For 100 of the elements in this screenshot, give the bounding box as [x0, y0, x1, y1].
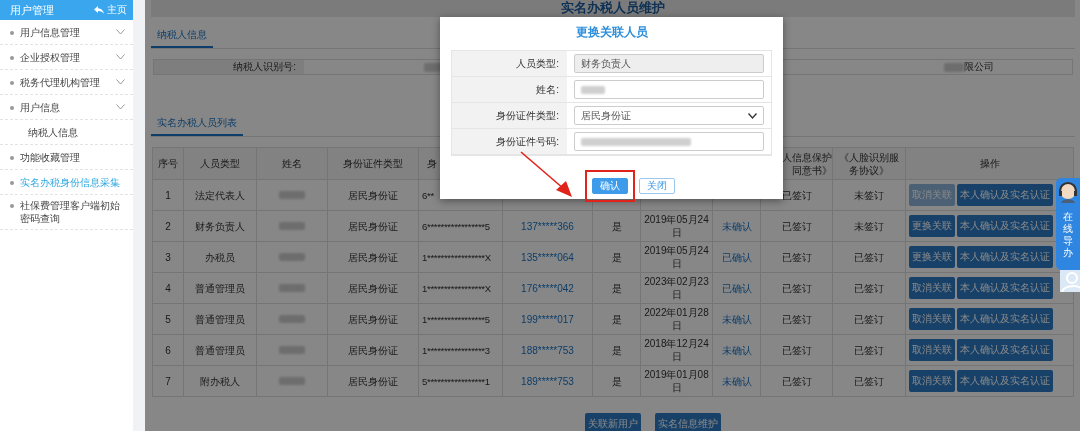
table-cell: 7 — [152, 365, 184, 397]
action-button[interactable]: 本人确认及实名认证 — [957, 277, 1053, 299]
table-cell: 普通管理员 — [183, 303, 257, 335]
table-cell: 2023年02月23日 — [640, 272, 713, 304]
table-cell: 已签订 — [832, 334, 906, 366]
company-name: 限公司 — [964, 60, 994, 74]
table-cell: 是 — [592, 334, 641, 366]
blurred-name — [279, 376, 305, 385]
table-cell: 2019年01月08日 — [640, 365, 713, 397]
input-field[interactable] — [574, 80, 764, 99]
table-cell: 已签订 — [760, 334, 833, 366]
table-cell: 6*****************5 — [418, 210, 503, 242]
table-cell: 居民身份证 — [327, 241, 419, 273]
table-cell: 2022年01月28日 — [640, 303, 713, 335]
action-button[interactable]: 更换关联 — [909, 246, 955, 268]
bullet-icon — [10, 180, 14, 185]
action-button[interactable]: 本人确认及实名认证 — [957, 184, 1053, 206]
bullet-icon — [10, 30, 14, 35]
table-cell: 2018年12月24日 — [640, 334, 713, 366]
table-cell: 居民身份证 — [327, 303, 419, 335]
action-button[interactable]: 取消关联 — [909, 370, 955, 392]
blurred-name — [279, 314, 305, 323]
column-header: 身份证件类型 — [343, 157, 403, 170]
action-button[interactable]: 本人确认及实名认证 — [957, 215, 1053, 237]
table-cell: 已签订 — [760, 210, 833, 242]
field-label: 纳税人识别号: — [154, 60, 304, 74]
field-label: 姓名: — [452, 77, 567, 102]
table-cell: 是 — [592, 303, 641, 335]
blurred-name — [279, 345, 305, 354]
action-button[interactable]: 取消关联 — [909, 308, 955, 330]
table-cell: 5 — [152, 303, 184, 335]
home-link[interactable]: 主页 — [94, 3, 127, 17]
chevron-down-icon — [748, 112, 757, 119]
table-cell: 6 — [152, 334, 184, 366]
table-cell: 2 — [152, 210, 184, 242]
column-header: 序号 — [158, 157, 178, 170]
column-header: 操作 — [979, 157, 1000, 170]
blurred-name — [279, 221, 305, 230]
readonly-field: 财务负责人 — [574, 54, 764, 73]
action-button[interactable]: 取消关联 — [909, 277, 955, 299]
bullet-icon — [10, 105, 14, 110]
table-cell: 是 — [592, 241, 641, 273]
table-cell: 居民身份证 — [327, 210, 419, 242]
table-cell: 2019年05月24日 — [640, 210, 713, 242]
table-cell: 是 — [592, 365, 641, 397]
table-cell: 未签订 — [832, 210, 906, 242]
page-title: 实名办税人员维护 — [561, 0, 665, 17]
table-cell: 4 — [152, 272, 184, 304]
table-cell: 附办税人 — [183, 365, 257, 397]
action-button[interactable]: 取消关联 — [909, 339, 955, 361]
action-button[interactable]: 本人确认及实名认证 — [957, 308, 1053, 330]
footer-button[interactable]: 实名信息维护 — [655, 413, 721, 431]
column-header: 人信息保护 同意书》 — [782, 150, 832, 177]
table-cell: 3 — [152, 241, 184, 273]
table-cell: 居民身份证 — [327, 179, 419, 211]
table-cell: 1*****************X — [418, 272, 503, 304]
table-cell: 1 — [152, 179, 184, 211]
table-cell: 1*****************5 — [418, 303, 503, 335]
bullet-icon — [10, 55, 14, 60]
blurred-name — [279, 190, 305, 199]
footer-button[interactable]: 关联新用户 — [585, 413, 641, 431]
field-label: 人员类型: — [452, 51, 567, 76]
table-cell: 1*****************X — [418, 241, 503, 273]
table-cell: 居民身份证 — [327, 272, 419, 304]
table-cell: 未签订 — [832, 179, 906, 211]
sidebar-title: 用户管理 — [10, 2, 54, 18]
input-field[interactable] — [574, 132, 764, 151]
table-cell: 已签订 — [760, 303, 833, 335]
action-button[interactable]: 本人确认及实名认证 — [957, 339, 1053, 361]
table-cell: 已签订 — [760, 241, 833, 273]
dialog-title: 更换关联人员 — [574, 24, 649, 41]
table-cell: 财务负责人 — [183, 210, 257, 242]
select-field[interactable]: 居民身份证 — [574, 106, 764, 125]
table-cell: 已签订 — [832, 365, 906, 397]
dialog-button[interactable]: 确认 — [592, 178, 628, 194]
person-icon[interactable] — [1060, 270, 1080, 292]
headset-avatar-icon — [1058, 181, 1078, 203]
bullet-icon — [10, 204, 14, 208]
bullet-icon — [10, 155, 14, 160]
tab[interactable]: 纳税人信息 — [151, 23, 213, 48]
action-button[interactable]: 本人确认及实名认证 — [957, 246, 1053, 268]
action-button[interactable]: 本人确认及实名认证 — [957, 370, 1053, 392]
blurred-name — [279, 283, 305, 292]
bullet-icon — [10, 80, 14, 85]
table-cell: 办税员 — [183, 241, 257, 273]
table-cell: 已签订 — [832, 272, 906, 304]
column-header: 人员类型 — [200, 157, 240, 170]
table-cell: 普通管理员 — [183, 272, 257, 304]
blurred-value — [944, 62, 964, 72]
field-label: 身份证件号码: — [452, 129, 567, 154]
table-cell: 2019年05月24日 — [640, 241, 713, 273]
column-header: 《人脸识别服务协议》 — [838, 150, 900, 177]
dialog-button[interactable]: 关闭 — [639, 178, 675, 194]
action-button[interactable]: 更换关联 — [909, 215, 955, 237]
field-label: 身份证件类型: — [452, 103, 567, 128]
table-cell: 已签订 — [760, 365, 833, 397]
tab[interactable]: 实名办税人员列表 — [151, 111, 243, 136]
table-cell: 1*****************3 — [418, 334, 503, 366]
help-widget-label[interactable]: 在线导办 — [1063, 211, 1073, 259]
table-cell: 已签订 — [832, 303, 906, 335]
